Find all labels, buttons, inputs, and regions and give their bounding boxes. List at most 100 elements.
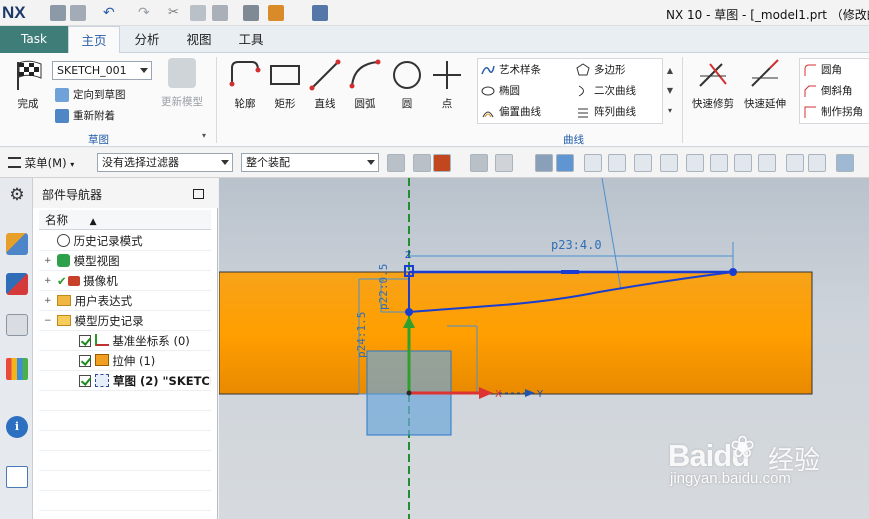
name-column-header[interactable]: 名称 ▲	[39, 210, 211, 230]
line-button[interactable]: 直线	[306, 58, 344, 111]
tree-item-extrude[interactable]: 拉伸 (1)	[39, 351, 211, 371]
print-icon[interactable]	[243, 5, 259, 21]
visibility-checkbox[interactable]	[79, 375, 91, 387]
finish-sketch-button[interactable]: 完成	[8, 58, 48, 111]
tree-item-datum-csys[interactable]: 基准坐标系 (0)	[39, 331, 211, 351]
tab-analysis[interactable]: 分析	[126, 26, 168, 53]
offset-curve-button[interactable]: 偏置曲线	[481, 104, 541, 119]
assembly-scope-select[interactable]: 整个装配	[241, 153, 379, 172]
redo-icon[interactable]: ↷	[138, 5, 154, 21]
part-navigator-icon[interactable]	[6, 314, 28, 336]
snap-circle-icon[interactable]	[758, 154, 776, 172]
make-corner-label: 制作拐角	[821, 106, 863, 118]
profile-label: 轮廓	[234, 98, 256, 110]
settings-gear-icon[interactable]: ⚙	[6, 184, 28, 206]
tab-view[interactable]: 视图	[178, 26, 220, 53]
studio-spline-button[interactable]: 艺术样条	[481, 62, 541, 77]
snap-quadrant-icon[interactable]	[710, 154, 728, 172]
snap-intersect-icon[interactable]	[686, 154, 704, 172]
reuse-library-icon[interactable]	[6, 358, 28, 380]
web-browser-icon[interactable]	[6, 466, 28, 488]
snap-endpoint-icon[interactable]	[584, 154, 602, 172]
constraint-navigator-icon[interactable]	[6, 273, 28, 295]
conic-button[interactable]: 二次曲线	[576, 83, 636, 98]
rectangle-label: 矩形	[274, 98, 296, 110]
datum-csys-icon	[94, 334, 109, 348]
make-corner-button[interactable]: 制作拐角	[803, 104, 863, 119]
dimension-p22[interactable]: p22:0.5	[377, 264, 390, 310]
transform-icon[interactable]	[268, 5, 284, 21]
tab-task[interactable]: Task	[0, 26, 68, 53]
circle-button[interactable]: 圆	[388, 58, 426, 111]
expand-toggle-icon[interactable]: +	[44, 257, 52, 266]
quick-trim-button[interactable]: 快速修剪	[688, 58, 738, 111]
snap-line-icon[interactable]	[608, 154, 626, 172]
tab-home[interactable]: 主页	[68, 26, 120, 53]
touch-mode-icon[interactable]	[312, 5, 328, 21]
sort-ascending-icon: ▲	[89, 217, 97, 227]
expand-toggle-icon[interactable]: +	[44, 277, 52, 286]
menu-button[interactable]: 菜单(M) ▾	[8, 155, 74, 171]
chamfer-button[interactable]: 倒斜角	[803, 83, 853, 98]
snap-point-icon[interactable]	[786, 154, 804, 172]
select-feature-icon[interactable]	[413, 154, 431, 172]
tab-tools[interactable]: 工具	[230, 26, 272, 53]
profile-button[interactable]: 轮廓	[226, 58, 264, 111]
dimension-p24[interactable]: p24:1.5	[355, 312, 368, 358]
orient-to-sketch-button[interactable]: 定向到草图	[55, 87, 126, 102]
selection-filter-value: 没有选择过滤器	[102, 156, 179, 169]
paste-icon[interactable]	[212, 5, 228, 21]
arc-button[interactable]: 圆弧	[346, 58, 384, 111]
link-icon[interactable]	[470, 154, 488, 172]
reattach-button[interactable]: 重新附着	[55, 108, 115, 123]
ellipse-button[interactable]: 椭圆	[481, 83, 520, 98]
visibility-checkbox[interactable]	[79, 355, 91, 367]
fillet-button[interactable]: 圆角	[803, 62, 842, 77]
sketch-point[interactable]	[405, 308, 413, 316]
pattern-curve-button[interactable]: 阵列曲线	[576, 104, 636, 119]
tree-item-label: 用户表达式	[74, 294, 133, 308]
expand-toggle-icon[interactable]: −	[44, 317, 52, 326]
info-icon[interactable]: i	[6, 416, 28, 438]
snap-vector-icon[interactable]	[808, 154, 826, 172]
selection-filter-select[interactable]: 没有选择过滤器	[97, 153, 233, 172]
tree-item-history-mode[interactable]: 历史记录模式	[39, 231, 211, 251]
copy-icon[interactable]	[190, 5, 206, 21]
undo-icon[interactable]: ↶	[103, 5, 119, 21]
snap-center-icon[interactable]	[734, 154, 752, 172]
quick-extend-button[interactable]: 快速延伸	[740, 58, 790, 111]
gallery-scroll[interactable]: ▲ ▼ ▾	[664, 61, 676, 123]
update-model-label: 更新模型	[161, 96, 203, 108]
point-button[interactable]: 点	[428, 58, 466, 111]
rectangle-select-icon[interactable]	[495, 154, 513, 172]
visibility-checkbox[interactable]	[79, 335, 91, 347]
tree-item-model-views[interactable]: + 模型视图	[39, 251, 211, 271]
tree-item-model-history[interactable]: − 模型历史记录	[39, 311, 211, 331]
tree-item-user-expressions[interactable]: + 用户表达式	[39, 291, 211, 311]
cut-icon[interactable]: ✂	[168, 5, 184, 21]
rectangle-button[interactable]: 矩形	[266, 58, 304, 111]
update-model-button[interactable]: 更新模型	[158, 58, 206, 109]
assembly-navigator-icon[interactable]	[6, 233, 28, 255]
save-icon[interactable]	[50, 5, 66, 21]
shaded-view-icon[interactable]	[556, 154, 574, 172]
sketch-point[interactable]	[729, 268, 737, 276]
curve-group-label: 曲线	[563, 134, 584, 146]
view-orient-icon[interactable]	[535, 154, 553, 172]
tree-item-cameras[interactable]: + ✔ 摄像机	[39, 271, 211, 291]
expand-toggle-icon[interactable]: +	[44, 297, 52, 306]
extruded-body[interactable]	[219, 271, 813, 395]
tree-item-sketch[interactable]: 草图 (2) "SKETCH_001"	[39, 371, 211, 391]
maximize-icon[interactable]	[193, 189, 204, 199]
window-title: NX 10 - 草图 - [_model1.prt （修改的	[666, 8, 869, 22]
dimension-p23[interactable]: p23:4.0	[551, 238, 602, 252]
view-section-icon[interactable]	[836, 154, 854, 172]
filter-rule-icon[interactable]	[433, 154, 451, 172]
snap-curve-icon[interactable]	[660, 154, 678, 172]
snap-tangent-icon[interactable]	[634, 154, 652, 172]
sketch-name-select[interactable]: SKETCH_001	[52, 61, 152, 80]
sketch-group-expand-icon[interactable]: ▾	[202, 131, 206, 140]
polygon-button[interactable]: 多边形	[576, 62, 626, 77]
save-all-icon[interactable]	[70, 5, 86, 21]
snap-view-icon[interactable]	[387, 154, 405, 172]
